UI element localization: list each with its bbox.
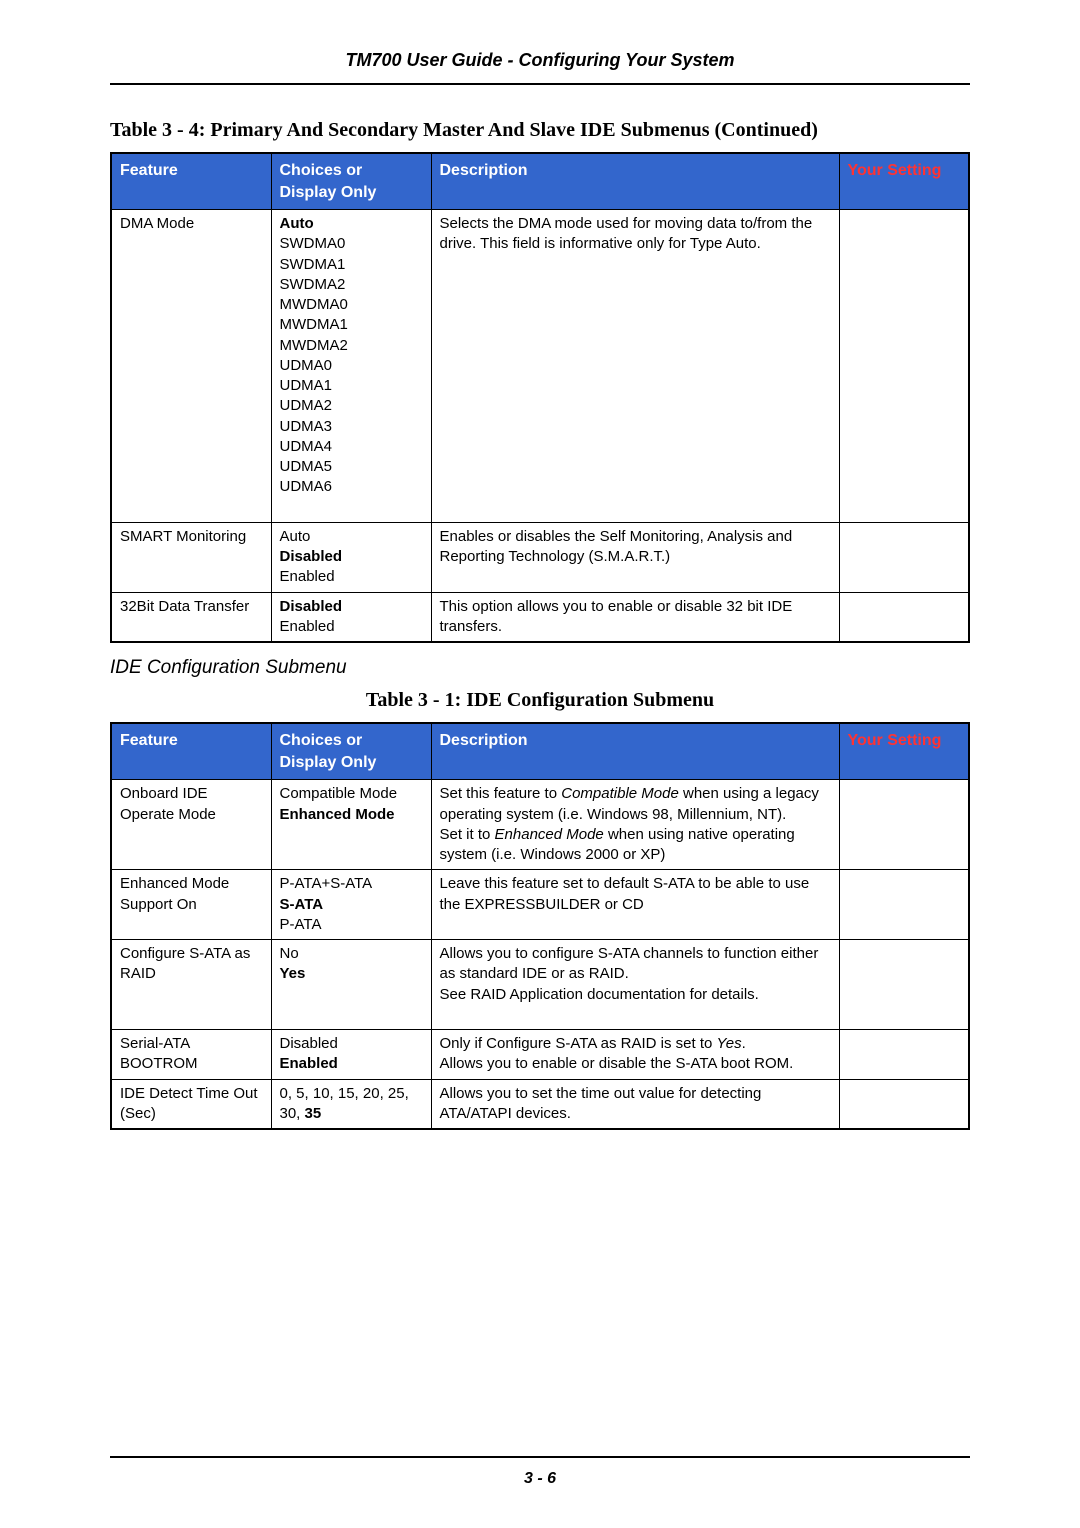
cell-feature: DMA Mode: [111, 210, 271, 523]
choices-bold: Auto: [280, 215, 314, 232]
cell-setting: [839, 592, 969, 642]
th-setting: Your Setting: [839, 723, 969, 780]
cell-feature: 32Bit Data Transfer: [111, 592, 271, 642]
cell-setting: [839, 940, 969, 1030]
cell-setting: [839, 1030, 969, 1080]
desc-it: Compatible Mode: [561, 785, 679, 802]
choices-pre: P-ATA+S-ATA: [280, 875, 373, 892]
table2: Feature Choices or Display Only Descript…: [110, 722, 970, 1130]
cell-description: Enables or disables the Self Monitoring,…: [431, 522, 839, 592]
th-description: Description: [431, 153, 839, 210]
desc-it: Enhanced Mode: [495, 826, 604, 843]
choices-rest: Enabled: [280, 568, 335, 585]
choices-pre: No: [280, 945, 299, 962]
page-footer: 3 - 6: [110, 1456, 970, 1488]
choices-pre: Auto: [280, 528, 311, 545]
cell-choices: No Yes: [271, 940, 431, 1030]
choices-bold: S-ATA: [280, 896, 324, 913]
cell-feature: Onboard IDE Operate Mode: [111, 780, 271, 870]
table-header-row: Feature Choices or Display Only Descript…: [111, 723, 969, 780]
cell-setting: [839, 522, 969, 592]
cell-setting: [839, 780, 969, 870]
page-header: TM700 User Guide - Configuring Your Syst…: [110, 50, 970, 85]
th-choices: Choices or Display Only: [271, 723, 431, 780]
th-feature: Feature: [111, 723, 271, 780]
cell-setting: [839, 1079, 969, 1129]
cell-feature: Enhanced Mode Support On: [111, 870, 271, 940]
table-row: Enhanced Mode Support On P-ATA+S-ATA S-A…: [111, 870, 969, 940]
choices-rest: P-ATA: [280, 916, 322, 933]
table1: Feature Choices or Display Only Descript…: [110, 152, 970, 643]
table-header-row: Feature Choices or Display Only Descript…: [111, 153, 969, 210]
cell-description: Only if Configure S-ATA as RAID is set t…: [431, 1030, 839, 1080]
cell-description: Leave this feature set to default S-ATA …: [431, 870, 839, 940]
choices-bold: Enabled: [280, 1055, 338, 1072]
desc-text: Allows you to configure S-ATA channels t…: [440, 945, 819, 1003]
cell-description: This option allows you to enable or disa…: [431, 592, 839, 642]
cell-feature: IDE Detect Time Out (Sec): [111, 1079, 271, 1129]
cell-feature: Serial-ATA BOOTROM: [111, 1030, 271, 1080]
th-choices-text: Choices or Display Only: [280, 162, 377, 201]
table-row: DMA Mode Auto SWDMA0 SWDMA1 SWDMA2 MWDMA…: [111, 210, 969, 523]
cell-choices: P-ATA+S-ATA S-ATA P-ATA: [271, 870, 431, 940]
subsection-title: IDE Configuration Submenu: [110, 657, 970, 679]
table1-caption: Table 3 - 4: Primary And Secondary Maste…: [110, 119, 970, 142]
choices-rest: SWDMA0 SWDMA1 SWDMA2 MWDMA0 MWDMA1 MWDMA…: [280, 235, 348, 495]
th-description: Description: [431, 723, 839, 780]
desc-it: Yes: [717, 1035, 742, 1052]
table2-caption: Table 3 - 1: IDE Configuration Submenu: [110, 689, 970, 712]
desc-pre: Set this feature to: [440, 785, 562, 802]
cell-description: Allows you to configure S-ATA channels t…: [431, 940, 839, 1030]
cell-choices: Auto Disabled Enabled: [271, 522, 431, 592]
th-choices: Choices or Display Only: [271, 153, 431, 210]
table-row: IDE Detect Time Out (Sec) 0, 5, 10, 15, …: [111, 1079, 969, 1129]
cell-choices: Disabled Enabled: [271, 1030, 431, 1080]
choices-bold: Disabled: [280, 598, 343, 615]
th-choices-text: Choices or Display Only: [280, 732, 377, 771]
choices-pre: Compatible Mode: [280, 785, 398, 802]
cell-choices: Disabled Enabled: [271, 592, 431, 642]
table-row: Onboard IDE Operate Mode Compatible Mode…: [111, 780, 969, 870]
cell-description: Set this feature to Compatible Mode when…: [431, 780, 839, 870]
table-row: Serial-ATA BOOTROM Disabled Enabled Only…: [111, 1030, 969, 1080]
th-setting: Your Setting: [839, 153, 969, 210]
choices-pre: 0, 5, 10, 15, 20, 25, 30,: [280, 1085, 409, 1122]
table-row: Configure S-ATA as RAID No Yes Allows yo…: [111, 940, 969, 1030]
cell-feature: Configure S-ATA as RAID: [111, 940, 271, 1030]
cell-choices: Auto SWDMA0 SWDMA1 SWDMA2 MWDMA0 MWDMA1 …: [271, 210, 431, 523]
cell-feature: SMART Monitoring: [111, 522, 271, 592]
choices-bold-inline: 35: [305, 1105, 322, 1122]
table-row: 32Bit Data Transfer Disabled Enabled Thi…: [111, 592, 969, 642]
cell-description: Allows you to set the time out value for…: [431, 1079, 839, 1129]
cell-setting: [839, 210, 969, 523]
th-feature: Feature: [111, 153, 271, 210]
cell-choices: 0, 5, 10, 15, 20, 25, 30, 35: [271, 1079, 431, 1129]
choices-bold: Yes: [280, 965, 306, 982]
cell-choices: Compatible Mode Enhanced Mode: [271, 780, 431, 870]
cell-description: Selects the DMA mode used for moving dat…: [431, 210, 839, 523]
choices-bold: Enhanced Mode: [280, 806, 395, 823]
table-row: SMART Monitoring Auto Disabled Enabled E…: [111, 522, 969, 592]
choices-pre: Disabled: [280, 1035, 338, 1052]
cell-setting: [839, 870, 969, 940]
choices-bold: Disabled: [280, 548, 343, 565]
choices-rest: Enabled: [280, 618, 335, 635]
desc-pre: Only if Configure S-ATA as RAID is set t…: [440, 1035, 717, 1052]
